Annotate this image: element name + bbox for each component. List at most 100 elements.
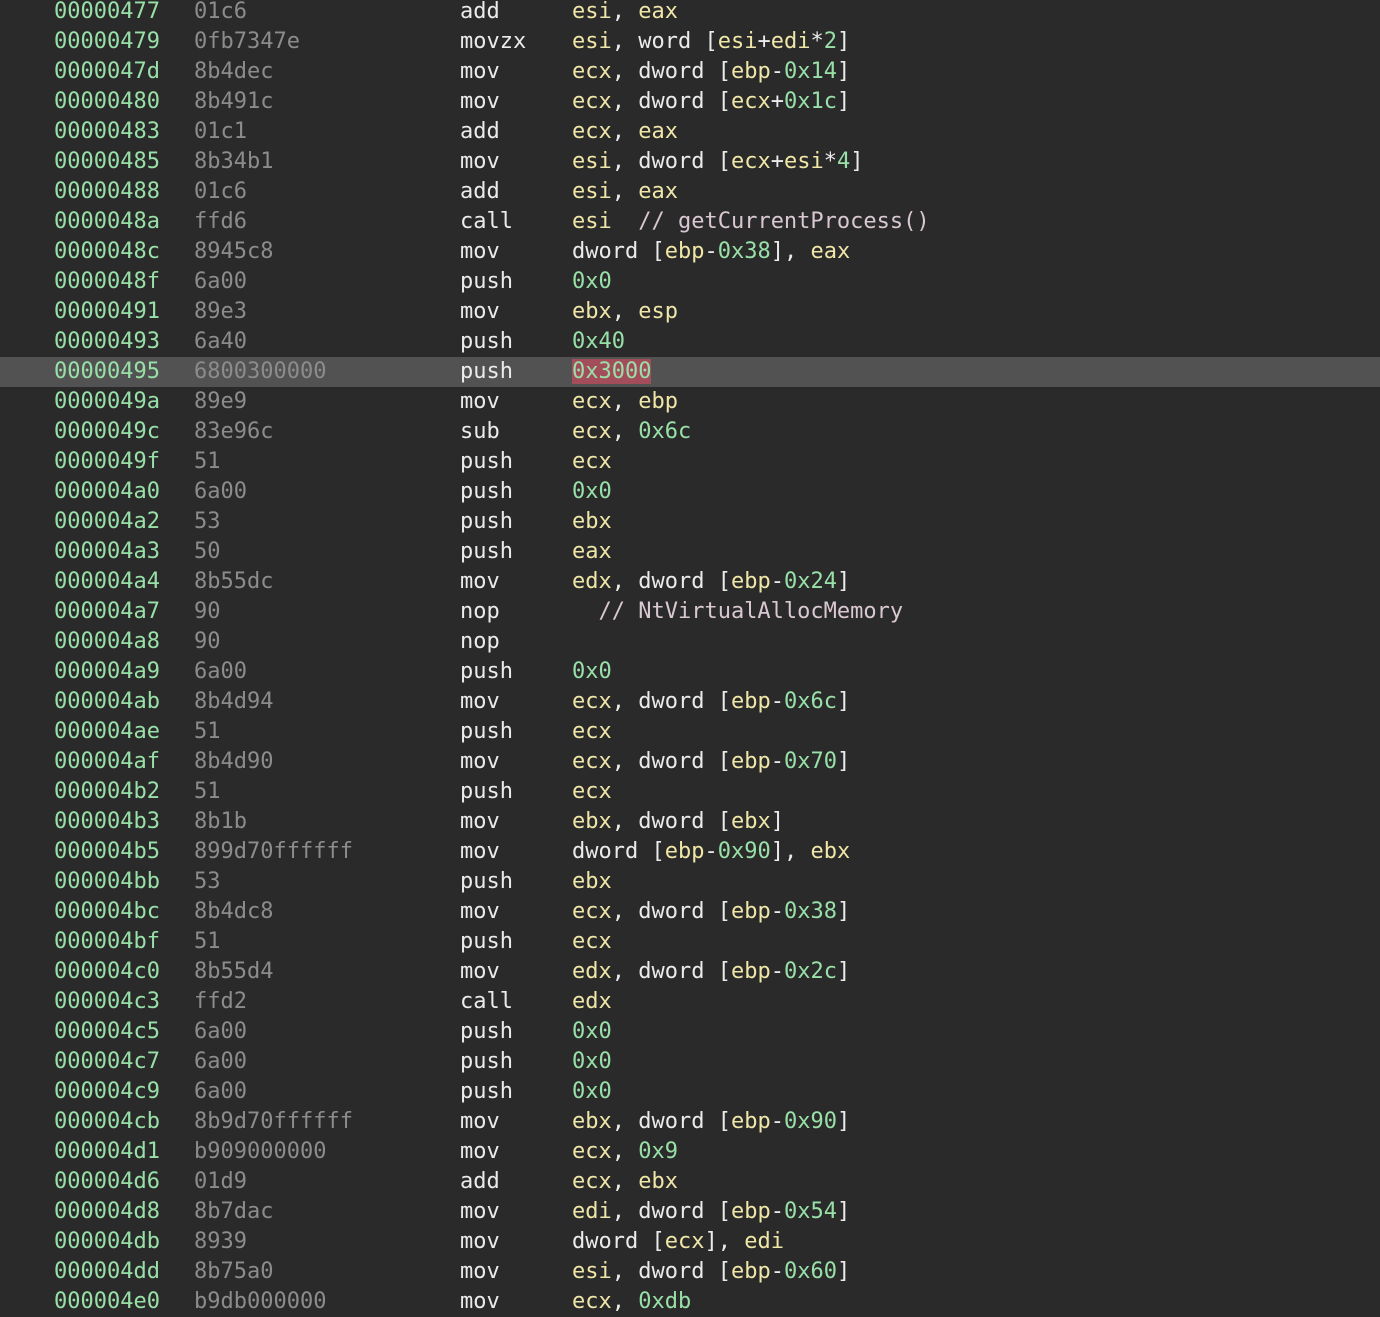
instruction-row[interactable]: 000004bb 53 push ebx xyxy=(0,867,1380,897)
instruction-operands: esi, dword [ecx+esi*4] xyxy=(572,147,863,177)
punctuation: [ xyxy=(704,1259,731,1284)
instruction-row[interactable]: 000004af 8b4d90 mov ecx, dword [ebp-0x70] xyxy=(0,747,1380,777)
instruction-operands: dword [ecx], edi xyxy=(572,1227,784,1257)
instruction-row[interactable]: 0000048f 6a00 push 0x0 xyxy=(0,267,1380,297)
instruction-row[interactable]: 00000493 6a40 push 0x40 xyxy=(0,327,1380,357)
punctuation: ] xyxy=(836,959,851,984)
register-token: ecx xyxy=(572,719,612,744)
instruction-row[interactable]: 000004c9 6a00 push 0x0 xyxy=(0,1077,1380,1107)
instruction-row-selected[interactable]: 00000495 6800300000 push 0x3000 xyxy=(0,357,1380,387)
instruction-row[interactable]: 00000479 0fb7347e movzx esi, word [esi+edi*… xyxy=(0,27,1380,57)
punctuation: - xyxy=(704,839,718,864)
instruction-row[interactable]: 000004c0 8b55d4 mov edx, dword [ebp-0x2c] xyxy=(0,957,1380,987)
instruction-row[interactable]: 000004ab 8b4d94 mov ecx, dword [ebp-0x6c] xyxy=(0,687,1380,717)
instruction-operands: esi, word [esi+edi*2] xyxy=(572,27,850,57)
instruction-address: 000004a3 xyxy=(54,539,160,564)
instruction-address: 00000480 xyxy=(54,89,160,114)
register-token: eax xyxy=(638,119,678,144)
instruction-address: 0000047d xyxy=(54,59,160,84)
instruction-row[interactable]: 000004d8 8b7dac mov edi, dword [ebp-0x54] xyxy=(0,1197,1380,1227)
instruction-mnemonic: mov xyxy=(460,299,500,324)
instruction-row[interactable]: 000004db 8939 mov dword [ecx], edi xyxy=(0,1227,1380,1257)
instruction-mnemonic: movzx xyxy=(460,29,527,54)
instruction-address: 0000049c xyxy=(54,419,160,444)
immediate-token: 0x90 xyxy=(717,839,771,864)
instruction-row[interactable]: 000004a9 6a00 push 0x0 xyxy=(0,657,1380,687)
punctuation: - xyxy=(770,1199,784,1224)
instruction-mnemonic: push xyxy=(460,449,513,474)
instruction-row[interactable]: 000004bc 8b4dc8 mov ecx, dword [ebp-0x38] xyxy=(0,897,1380,927)
instruction-row[interactable]: 000004c3 ffd2 call edx xyxy=(0,987,1380,1017)
instruction-row[interactable]: 00000477 01c6 add esi, eax xyxy=(0,0,1380,27)
instruction-row[interactable]: 0000048a ffd6 call esi // getCurrentProcess… xyxy=(0,207,1380,237)
instruction-operands: ecx, dword [ebp-0x70] xyxy=(572,747,850,777)
instruction-mnemonic: mov xyxy=(460,1139,500,1164)
instruction-row[interactable]: 0000049a 89e9 mov ecx, ebp xyxy=(0,387,1380,417)
instruction-row[interactable]: 000004a0 6a00 push 0x0 xyxy=(0,477,1380,507)
instruction-row[interactable]: 000004d1 b909000000 mov ecx, 0x9 xyxy=(0,1137,1380,1167)
instruction-row[interactable]: 000004e0 b9db000000 mov ecx, 0xdb xyxy=(0,1287,1380,1317)
instruction-row[interactable]: 000004cb 8b9d70ffffff mov ebx, dword [ebp-0… xyxy=(0,1107,1380,1137)
instruction-row[interactable]: 000004bf 51 push ecx xyxy=(0,927,1380,957)
instruction-bytes: ffd2 xyxy=(194,989,247,1014)
instruction-address: 000004d6 xyxy=(54,1169,160,1194)
register-token: ebp xyxy=(664,239,705,264)
instruction-row[interactable]: 000004a7 90 nop // NtVirtualAllocMemory xyxy=(0,597,1380,627)
instruction-address: 000004c9 xyxy=(54,1079,160,1104)
instruction-bytes: 8b491c xyxy=(194,89,274,114)
instruction-row[interactable]: 000004a2 53 push ebx xyxy=(0,507,1380,537)
punctuation: * xyxy=(823,149,837,174)
instruction-row[interactable]: 000004c5 6a00 push 0x0 xyxy=(0,1017,1380,1047)
instruction-row[interactable]: 000004c7 6a00 push 0x0 xyxy=(0,1047,1380,1077)
instruction-mnemonic: add xyxy=(460,179,500,204)
instruction-row[interactable]: 000004a3 50 push eax xyxy=(0,537,1380,567)
instruction-row[interactable]: 000004d6 01d9 add ecx, ebx xyxy=(0,1167,1380,1197)
instruction-address: 000004c5 xyxy=(54,1019,160,1044)
instruction-operands: 0x40 xyxy=(572,327,625,357)
punctuation: , xyxy=(611,959,639,984)
instruction-operands: esi, eax xyxy=(572,177,678,207)
instruction-mnemonic: push xyxy=(460,329,513,354)
instruction-bytes: 01d9 xyxy=(194,1169,247,1194)
size-keyword: dword xyxy=(638,959,705,984)
immediate-token: 0x1c xyxy=(783,89,837,114)
instruction-row[interactable]: 000004ae 51 push ecx xyxy=(0,717,1380,747)
instruction-address: 000004a7 xyxy=(54,599,160,624)
immediate-token: 0x14 xyxy=(783,59,837,84)
highlighted-operand[interactable]: 0x3000 xyxy=(572,359,652,384)
instruction-row[interactable]: 00000488 01c6 add esi, eax xyxy=(0,177,1380,207)
instruction-row[interactable]: 00000491 89e3 mov ebx, esp xyxy=(0,297,1380,327)
instruction-row[interactable]: 000004b3 8b1b mov ebx, dword [ebx] xyxy=(0,807,1380,837)
instruction-operands: 0x0 xyxy=(572,267,612,297)
instruction-mnemonic: mov xyxy=(460,389,500,414)
instruction-operands: ecx xyxy=(572,927,612,957)
instruction-row[interactable]: 0000047d 8b4dec mov ecx, dword [ebp-0x14] xyxy=(0,57,1380,87)
punctuation: , xyxy=(611,569,639,594)
instruction-row[interactable]: 00000485 8b34b1 mov esi, dword [ecx+esi*4] xyxy=(0,147,1380,177)
instruction-bytes: 8b55d4 xyxy=(194,959,274,984)
instruction-row[interactable]: 000004a4 8b55dc mov edx, dword [ebp-0x24] xyxy=(0,567,1380,597)
instruction-address: 000004c7 xyxy=(54,1049,160,1074)
punctuation: ] xyxy=(836,1199,851,1224)
punctuation: - xyxy=(770,689,784,714)
size-keyword: dword xyxy=(572,1229,639,1254)
instruction-operands: ecx xyxy=(572,447,612,477)
instruction-row[interactable]: 0000049c 83e96c sub ecx, 0x6c xyxy=(0,417,1380,447)
punctuation: [ xyxy=(704,149,731,174)
register-token: ebp xyxy=(730,569,771,594)
instruction-row[interactable]: 000004dd 8b75a0 mov esi, dword [ebp-0x60] xyxy=(0,1257,1380,1287)
instruction-row[interactable]: 00000483 01c1 add ecx, eax xyxy=(0,117,1380,147)
disassembly-listing[interactable]: 00000477 01c6 add esi, eax 00000479 0fb7347e m… xyxy=(0,0,1380,1317)
instruction-row[interactable]: 000004b5 899d70ffffff mov dword [ebp-0x90],… xyxy=(0,837,1380,867)
size-keyword: dword xyxy=(638,1199,705,1224)
instruction-bytes: 53 xyxy=(194,509,221,534)
instruction-row[interactable]: 000004b2 51 push ecx xyxy=(0,777,1380,807)
immediate-token: 2 xyxy=(823,29,837,54)
instruction-row[interactable]: 000004a8 90 nop xyxy=(0,627,1380,657)
instruction-row[interactable]: 0000049f 51 push ecx xyxy=(0,447,1380,477)
register-token: esi xyxy=(572,1259,612,1284)
register-token: eax xyxy=(638,0,678,24)
instruction-row[interactable]: 0000048c 8945c8 mov dword [ebp-0x38], eax xyxy=(0,237,1380,267)
instruction-row[interactable]: 00000480 8b491c mov ecx, dword [ecx+0x1c] xyxy=(0,87,1380,117)
instruction-bytes: 8b75a0 xyxy=(194,1259,274,1284)
